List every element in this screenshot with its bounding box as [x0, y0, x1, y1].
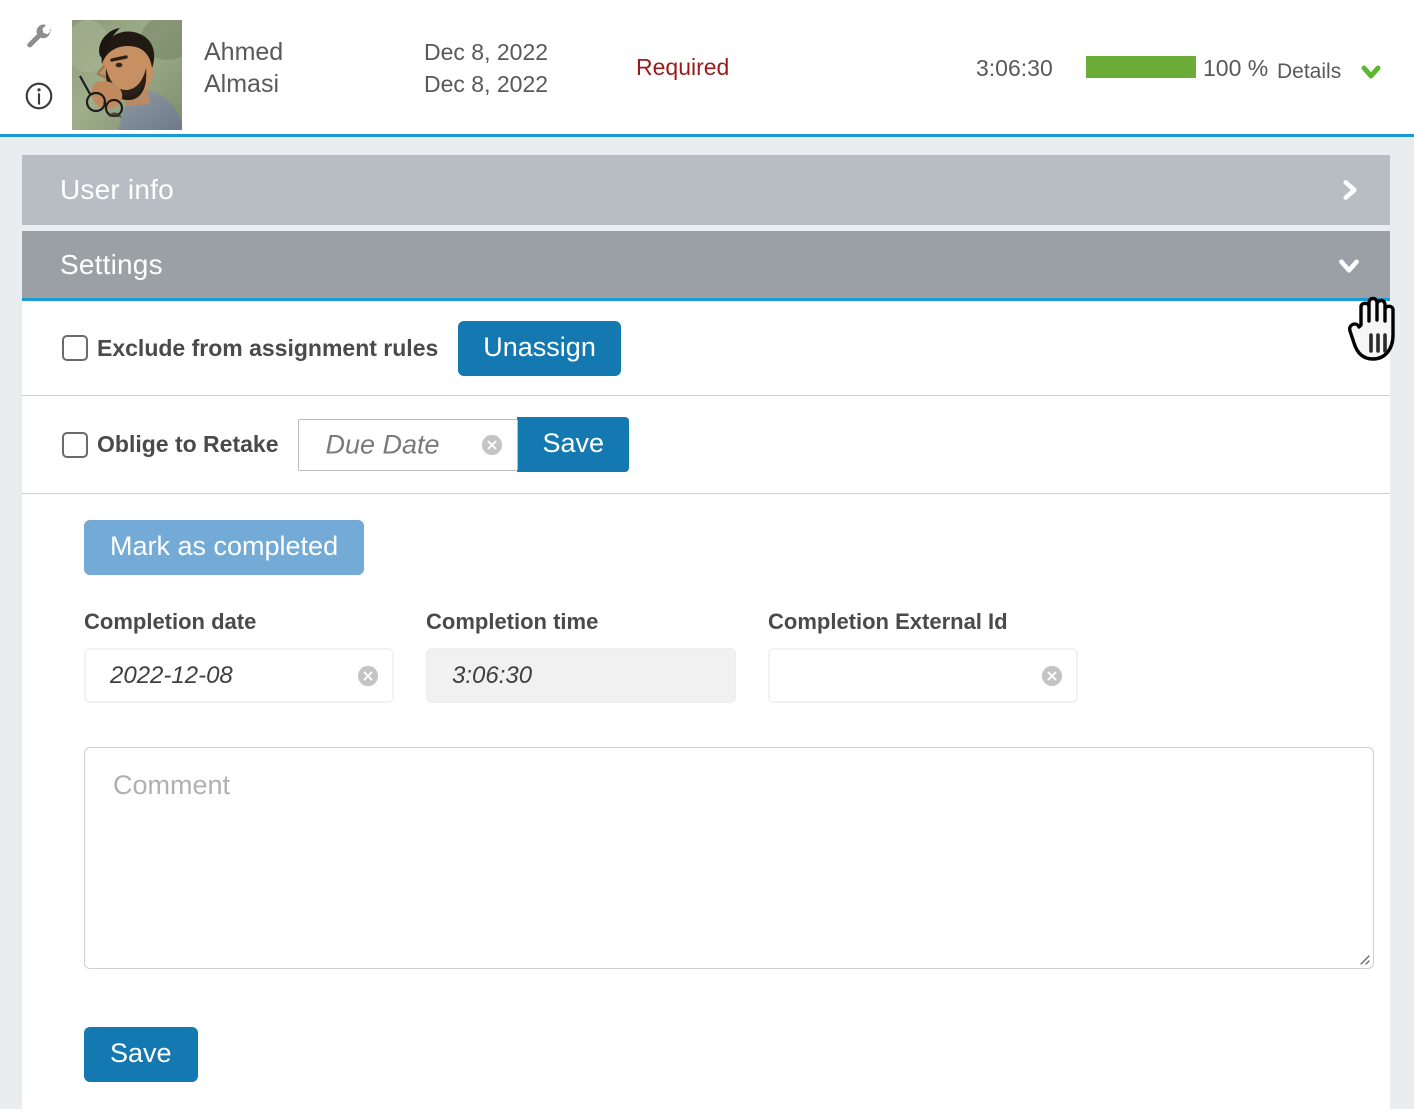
save-due-date-button[interactable]: Save [517, 417, 629, 472]
completion-date-input[interactable]: 2022-12-08 [84, 648, 394, 703]
oblige-to-retake-label: Oblige to Retake [97, 431, 278, 458]
completion-external-id-input[interactable] [768, 648, 1078, 703]
elapsed-time: 3:06:30 [976, 55, 1053, 82]
due-date-placeholder: Due Date [325, 429, 439, 460]
completion-time-label: Completion time [426, 609, 768, 635]
oblige-retake-row: Oblige to Retake Due Date Save [22, 396, 1390, 494]
completion-external-id-label: Completion External Id [768, 609, 1110, 635]
assignment-start-date: Dec 8, 2022 [424, 36, 644, 68]
user-name: Ahmed Almasi [204, 36, 404, 100]
details-link[interactable]: Details [1277, 60, 1341, 84]
exclude-from-assignment-rules-label: Exclude from assignment rules [97, 335, 438, 362]
settings-body-area: User info Settings [0, 137, 1414, 1109]
comment-placeholder: Comment [113, 770, 230, 801]
completion-time-value: 3:06:30 [452, 662, 532, 690]
exclude-assignment-row: Exclude from assignment rules Unassign [22, 301, 1390, 396]
oblige-to-retake-checkbox[interactable] [62, 432, 88, 458]
user-last-name: Almasi [204, 68, 404, 100]
completion-date-label: Completion date [84, 609, 426, 635]
unassign-button[interactable]: Unassign [458, 321, 621, 376]
requirement-status: Required [636, 54, 729, 81]
accordion-header-user-info[interactable]: User info [22, 155, 1390, 225]
clear-circle-icon[interactable] [1041, 665, 1063, 687]
progress-bar-fill [1086, 56, 1196, 78]
completion-external-id-column: Completion External Id [768, 609, 1110, 703]
chevron-down-icon[interactable] [1356, 60, 1386, 84]
assignment-settings-page: Ahmed Almasi Dec 8, 2022 Dec 8, 2022 Req… [0, 0, 1414, 1112]
completion-date-column: Completion date 2022-12-08 [84, 609, 426, 703]
user-summary-row: Ahmed Almasi Dec 8, 2022 Dec 8, 2022 Req… [0, 0, 1414, 137]
completion-date-value: 2022-12-08 [110, 662, 233, 690]
chevron-down-icon[interactable] [1336, 252, 1362, 278]
chevron-right-icon[interactable] [1336, 177, 1362, 203]
resize-handle-icon[interactable] [1354, 949, 1370, 965]
completion-time-input: 3:06:30 [426, 648, 736, 703]
row-action-icons [20, 18, 60, 118]
avatar [72, 20, 182, 130]
settings-content: Exclude from assignment rules Unassign O… [22, 301, 1390, 1112]
wrench-icon[interactable] [24, 22, 54, 52]
completion-fields-row: Completion date 2022-12-08 [84, 609, 1390, 703]
completion-section: Mark as completed Completion date 2022-1… [22, 494, 1390, 1112]
clear-circle-icon[interactable] [357, 665, 379, 687]
clear-circle-icon[interactable] [481, 434, 503, 456]
save-completion-button[interactable]: Save [84, 1027, 198, 1082]
accordion-header-settings[interactable]: Settings [22, 231, 1390, 301]
progress-bar [1086, 56, 1196, 78]
info-circle-icon[interactable] [23, 80, 55, 112]
assignment-end-date: Dec 8, 2022 [424, 68, 644, 100]
user-first-name: Ahmed [204, 36, 404, 68]
assignment-dates: Dec 8, 2022 Dec 8, 2022 [424, 36, 644, 100]
due-date-field[interactable]: Due Date [298, 419, 518, 471]
exclude-from-assignment-rules-checkbox[interactable] [62, 335, 88, 361]
mark-as-completed-button[interactable]: Mark as completed [84, 520, 364, 575]
accordion-label-user-info: User info [60, 174, 174, 206]
completion-time-column: Completion time 3:06:30 [426, 609, 768, 703]
comment-textarea[interactable]: Comment [84, 747, 1374, 969]
progress-percent-label: 100 % [1203, 55, 1268, 82]
accordion-label-settings: Settings [60, 249, 163, 281]
save-button-wrapper: Save [84, 1027, 1390, 1112]
accordion-panel: User info Settings [22, 155, 1390, 1112]
